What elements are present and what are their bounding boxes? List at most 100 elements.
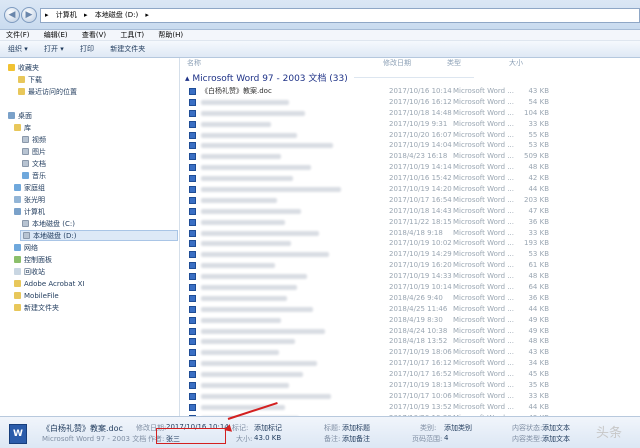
word-file-icon bbox=[189, 131, 196, 139]
file-row[interactable]: 《白杨礼赞》教案.doc 2017/10/16 10:14 Microsoft Wo… bbox=[187, 86, 637, 97]
open-button[interactable]: 打开 ▾ bbox=[44, 41, 64, 58]
word-file-icon bbox=[189, 229, 196, 237]
file-row[interactable]: 2018/4/24 10:38 Microsoft Word ... 49 KB bbox=[187, 326, 637, 337]
file-row[interactable]: 2017/10/18 14:43 Microsoft Word ... 47 KB bbox=[187, 206, 637, 217]
nav-picture[interactable]: 图片 bbox=[22, 147, 46, 158]
menu-edit[interactable]: 编辑(E) bbox=[38, 30, 74, 41]
column-header-size[interactable]: 大小 bbox=[509, 58, 523, 69]
file-row[interactable]: 2017/10/19 14:20 Microsoft Word ... 44 KB bbox=[187, 184, 637, 195]
file-row[interactable]: 2017/10/19 14:29 Microsoft Word ... 53 KB bbox=[187, 249, 637, 260]
file-size: 64 KB bbox=[528, 283, 549, 292]
word-file-icon bbox=[189, 305, 196, 313]
nav-user[interactable]: 张光明 bbox=[14, 195, 45, 206]
nav-desktop[interactable]: 桌面 bbox=[8, 111, 32, 122]
nav-document[interactable]: 文档 bbox=[22, 159, 46, 170]
nav-acrobat[interactable]: Adobe Acrobat XI bbox=[14, 279, 84, 290]
nav-library[interactable]: 库 bbox=[14, 123, 31, 134]
nav-music[interactable]: 音乐 bbox=[22, 171, 46, 182]
new-folder-button[interactable]: 新建文件夹 bbox=[110, 41, 145, 58]
print-button[interactable]: 打印 bbox=[80, 41, 94, 58]
address-bar[interactable]: ▸ 计算机 ▸ 本地磁盘 (D:) ▸ bbox=[40, 8, 640, 23]
column-header-type[interactable]: 类型 bbox=[447, 58, 461, 69]
nav-disk-c[interactable]: 本地磁盘 (C:) bbox=[22, 219, 75, 230]
tag-label: 标记: bbox=[232, 424, 249, 432]
menu-view[interactable]: 查看(V) bbox=[76, 30, 112, 41]
menu-file[interactable]: 文件(F) bbox=[0, 30, 36, 41]
file-size: 48 KB bbox=[528, 163, 549, 172]
network-icon bbox=[14, 244, 21, 251]
file-date: 2018/4/24 10:38 bbox=[389, 326, 448, 335]
file-row[interactable]: 2017/10/16 16:12 Microsoft Word ... 54 KB bbox=[187, 97, 637, 108]
file-row[interactable]: 2017/10/19 18:13 Microsoft Word ... 35 KB bbox=[187, 380, 637, 391]
file-size: 49 KB bbox=[528, 315, 549, 324]
title-field[interactable]: 添加标题 bbox=[342, 423, 370, 433]
nav-recent[interactable]: 最近访问的位置 bbox=[18, 87, 77, 98]
group-header[interactable]: ▴ Microsoft Word 97 - 2003 文档 (33) bbox=[185, 71, 474, 84]
nav-control-panel[interactable]: 控制面板 bbox=[14, 255, 52, 266]
author-highlight-box bbox=[156, 428, 226, 444]
file-row[interactable]: 2018/4/25 11:46 Microsoft Word ... 44 KB bbox=[187, 304, 637, 315]
nav-favorites[interactable]: 收藏夹 bbox=[8, 63, 39, 74]
back-button[interactable]: ◀ bbox=[4, 7, 20, 23]
file-type: Microsoft Word ... bbox=[453, 381, 514, 390]
comment-field[interactable]: 添加备注 bbox=[342, 434, 370, 444]
file-row[interactable]: 2017/10/16 15:42 Microsoft Word ... 42 KB bbox=[187, 173, 637, 184]
file-size: 104 KB bbox=[524, 108, 549, 117]
nav-mobilefile[interactable]: MobileFile bbox=[14, 291, 59, 302]
redacted-file-name bbox=[201, 393, 331, 399]
word-file-icon bbox=[189, 262, 196, 270]
file-date: 2017/10/19 14:14 bbox=[389, 163, 452, 172]
file-size: 55 KB bbox=[528, 130, 549, 139]
file-row[interactable]: 2017/10/19 10:02 Microsoft Word ... 193 KB bbox=[187, 238, 637, 249]
file-row[interactable]: 2018/4/18 13:52 Microsoft Word ... 48 KB bbox=[187, 336, 637, 347]
tag-field[interactable]: 添加标记 bbox=[254, 423, 282, 433]
file-row[interactable]: 2017/10/17 16:12 Microsoft Word ... 34 KB bbox=[187, 358, 637, 369]
file-row[interactable]: 2017/10/19 14:04 Microsoft Word ... 53 KB bbox=[187, 140, 637, 151]
menu-help[interactable]: 帮助(H) bbox=[152, 30, 189, 41]
redacted-file-name bbox=[201, 383, 289, 389]
file-row[interactable]: 2017/10/19 14:33 Microsoft Word ... 48 KB bbox=[187, 271, 637, 282]
file-row[interactable]: 2018/4/19 8:30 Microsoft Word ... 49 KB bbox=[187, 315, 637, 326]
column-header-name[interactable]: 名称 bbox=[187, 58, 201, 69]
nav-disk-d[interactable]: 本地磁盘 (D:) bbox=[20, 230, 178, 241]
nav-recycle-bin[interactable]: 回收站 bbox=[14, 267, 45, 278]
file-size: 44 KB bbox=[528, 185, 549, 194]
organize-button[interactable]: 组织 ▾ bbox=[8, 41, 28, 58]
homegroup-icon bbox=[14, 184, 21, 191]
content-status-field[interactable]: 添加文本 bbox=[542, 423, 570, 433]
file-type: Microsoft Word ... bbox=[453, 359, 514, 368]
folder-icon bbox=[14, 292, 21, 299]
file-row[interactable]: 2017/10/19 9:31 Microsoft Word ... 33 KB bbox=[187, 119, 637, 130]
file-row[interactable]: 2018/4/26 9:40 Microsoft Word ... 36 KB bbox=[187, 293, 637, 304]
file-date: 2017/10/19 10:14 bbox=[389, 283, 452, 292]
nav-network[interactable]: 网络 bbox=[14, 243, 38, 254]
file-row[interactable]: 2017/10/17 10:06 Microsoft Word ... 33 KB bbox=[187, 391, 637, 402]
nav-new-folder[interactable]: 新建文件夹 bbox=[14, 303, 59, 314]
breadcrumb-disk-d[interactable]: 本地磁盘 (D:) bbox=[95, 11, 138, 19]
nav-download[interactable]: 下载 bbox=[18, 75, 42, 86]
file-row[interactable]: 2017/10/17 16:54 Microsoft Word ... 203 KB bbox=[187, 195, 637, 206]
file-type: Microsoft Word ... bbox=[453, 141, 514, 150]
file-row[interactable]: 2017/10/19 16:20 Microsoft Word ... 61 KB bbox=[187, 260, 637, 271]
file-size: 36 KB bbox=[528, 217, 549, 226]
file-row[interactable]: 2018/4/18 9:18 Microsoft Word ... 33 KB bbox=[187, 228, 637, 239]
nav-computer[interactable]: 计算机 bbox=[14, 207, 45, 218]
nav-video[interactable]: 视频 bbox=[22, 135, 46, 146]
file-row[interactable]: 2017/10/19 18:06 Microsoft Word ... 43 KB bbox=[187, 347, 637, 358]
file-row[interactable]: 2017/10/19 10:14 Microsoft Word ... 64 KB bbox=[187, 282, 637, 293]
file-row[interactable]: 2017/10/19 14:14 Microsoft Word ... 48 KB bbox=[187, 162, 637, 173]
file-row[interactable]: 2017/10/18 14:48 Microsoft Word ... 104 KB bbox=[187, 108, 637, 119]
word-file-icon bbox=[189, 371, 196, 379]
category-field[interactable]: 添加类别 bbox=[444, 423, 472, 433]
content-type-field[interactable]: 添加文本 bbox=[542, 434, 570, 444]
menu-tools[interactable]: 工具(T) bbox=[114, 30, 150, 41]
breadcrumb-computer[interactable]: 计算机 bbox=[56, 11, 77, 19]
file-row[interactable]: 2017/11/22 18:15 Microsoft Word ... 36 KB bbox=[187, 217, 637, 228]
file-row[interactable]: 2017/10/17 16:52 Microsoft Word ... 45 KB bbox=[187, 369, 637, 380]
menu-bar: 文件(F) 编辑(E) 查看(V) 工具(T) 帮助(H) bbox=[0, 30, 640, 41]
file-row[interactable]: 2018/4/23 16:18 Microsoft Word ... 509 KB bbox=[187, 151, 637, 162]
column-header-date[interactable]: 修改日期 bbox=[383, 58, 411, 69]
file-row[interactable]: 2017/10/20 16:07 Microsoft Word ... 55 KB bbox=[187, 130, 637, 141]
forward-button[interactable]: ▶ bbox=[21, 7, 37, 23]
nav-homegroup[interactable]: 家庭组 bbox=[14, 183, 45, 194]
